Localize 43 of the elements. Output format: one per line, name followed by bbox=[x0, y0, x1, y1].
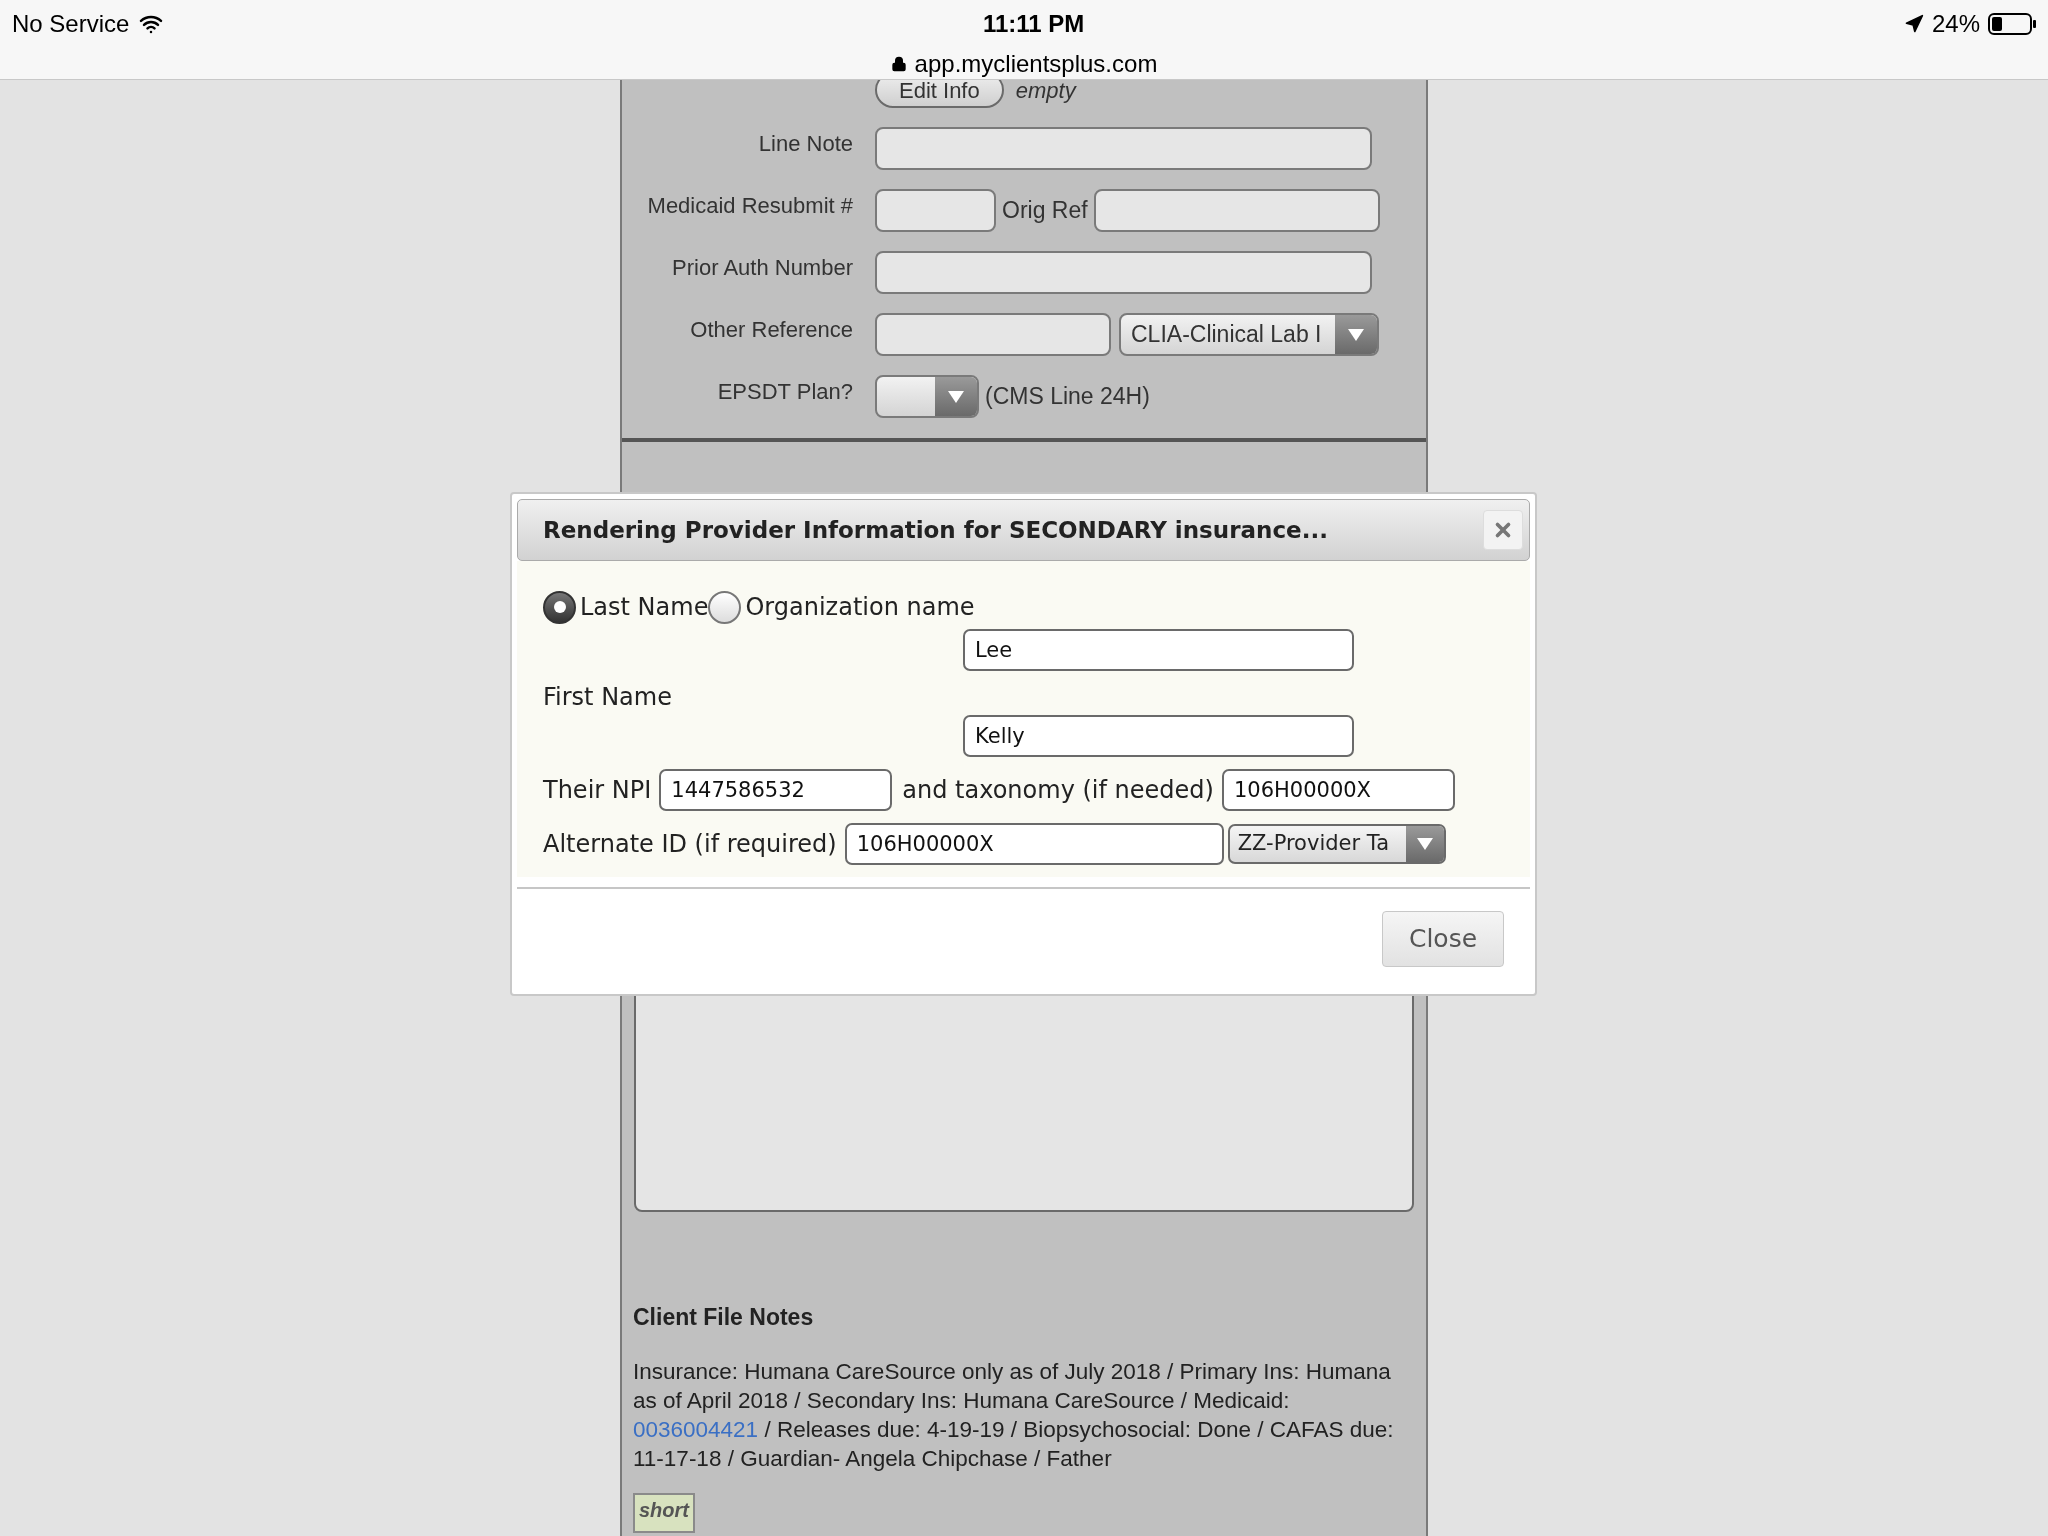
text-field[interactable]: 1447586532 bbox=[659, 769, 893, 811]
url-text[interactable]: app.myclientsplus.com bbox=[914, 46, 1158, 82]
radio-button[interactable] bbox=[708, 590, 742, 624]
text-field[interactable] bbox=[875, 189, 996, 232]
radio-label: Organization name bbox=[745, 592, 975, 623]
field-label: EPSDT Plan? bbox=[716, 378, 853, 405]
text-field[interactable]: 106H00000X bbox=[844, 823, 1224, 865]
field-label: and taxonomy (if needed) bbox=[902, 775, 1214, 806]
dropdown[interactable] bbox=[875, 375, 979, 418]
text-field[interactable] bbox=[875, 127, 1372, 170]
battery-percent: 24% bbox=[1931, 9, 1980, 39]
close-button[interactable]: Close bbox=[1382, 911, 1504, 967]
location-icon bbox=[1903, 14, 1924, 34]
text-field[interactable]: Lee bbox=[963, 629, 1354, 671]
field-label: Orig Ref bbox=[1002, 196, 1088, 226]
field-label: First Name bbox=[543, 682, 673, 713]
field-label: Prior Auth Number bbox=[671, 254, 853, 281]
field-label: Medicaid Resubmit # bbox=[646, 192, 853, 219]
battery-icon bbox=[1988, 13, 2036, 35]
clock-time: 11:11 PM bbox=[982, 9, 1085, 39]
field-note: (CMS Line 24H) bbox=[985, 382, 1150, 412]
short-button[interactable]: short bbox=[633, 1492, 695, 1533]
text-field[interactable] bbox=[875, 251, 1372, 294]
notes-paragraph: Insurance: Humana CareSource only as of July 2018 / Primary Ins: Humana as of April 2018 / Secondary Ins: Humana CareSource / Medicaid: 0036004421 / Releases due: 4-19-19 / Biopsychosocial: Done / CAFAS due: 11-17-18 / Guardian- Angela Chipchase / Father bbox=[633, 1357, 1395, 1473]
field-label: Other Reference bbox=[689, 316, 853, 343]
edit-info-button[interactable]: Edit Info bbox=[875, 80, 1004, 108]
close-icon[interactable] bbox=[1483, 510, 1523, 550]
lock-icon bbox=[890, 56, 907, 72]
notes-title: Client File Notes bbox=[633, 1303, 815, 1332]
text-field[interactable]: 106H00000X bbox=[1221, 769, 1455, 811]
radio-button[interactable] bbox=[543, 590, 576, 624]
carrier-text: No Service bbox=[12, 9, 130, 39]
text-field[interactable] bbox=[1093, 189, 1380, 232]
text-field[interactable] bbox=[875, 313, 1111, 356]
field-label: Alternate ID (if required) bbox=[543, 829, 837, 860]
dropdown[interactable]: ZZ-Provider Ta bbox=[1227, 824, 1446, 864]
radio-label: Last Name bbox=[580, 592, 709, 623]
dialog-title: Rendering Provider Information for SECONDARY insurance... bbox=[543, 515, 1328, 545]
field-label: Line Note bbox=[757, 130, 853, 157]
field-value: empty bbox=[1015, 80, 1076, 105]
field-label: Their NPI bbox=[543, 775, 652, 806]
dropdown[interactable]: CLIA-Clinical Lab I bbox=[1119, 313, 1379, 356]
text-field[interactable]: Kelly bbox=[963, 715, 1354, 757]
